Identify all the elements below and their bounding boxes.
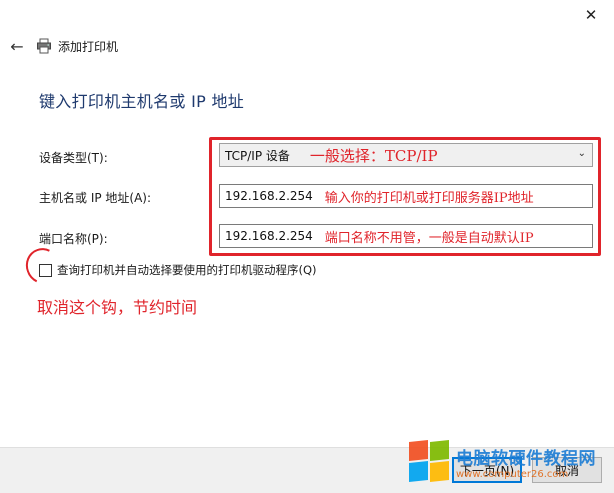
watermark-url: www.computer26.com [456, 469, 569, 480]
site-watermark: 电脑软硬件教程网 www.computer26.com [409, 437, 609, 487]
back-button[interactable]: ← [8, 36, 26, 56]
watermark-title: 电脑软硬件教程网 [456, 449, 596, 469]
port-name-label: 端口名称(P): [39, 232, 108, 246]
windows-logo-icon [409, 440, 451, 483]
close-button[interactable]: ✕ [568, 0, 614, 30]
printer-icon [37, 38, 51, 54]
back-arrow-icon: ← [10, 36, 24, 56]
close-icon: ✕ [584, 6, 598, 24]
query-printer-label: 查询打印机并自动选择要使用的打印机驱动程序(Q) [57, 263, 317, 277]
title-bar: ← 添加打印机 [8, 34, 118, 58]
device-type-label: 设备类型(T): [39, 151, 108, 165]
query-printer-option[interactable]: 查询打印机并自动选择要使用的打印机驱动程序(Q) [39, 262, 317, 278]
window-title: 添加打印机 [58, 39, 119, 54]
page-heading: 键入打印机主机名或 IP 地址 [39, 92, 245, 111]
annotation-note: 取消这个钩，节约时间 [37, 298, 198, 317]
annotation-highlight-box [209, 137, 601, 256]
annotation-circle [20, 243, 66, 289]
hostname-label: 主机名或 IP 地址(A): [39, 191, 152, 205]
